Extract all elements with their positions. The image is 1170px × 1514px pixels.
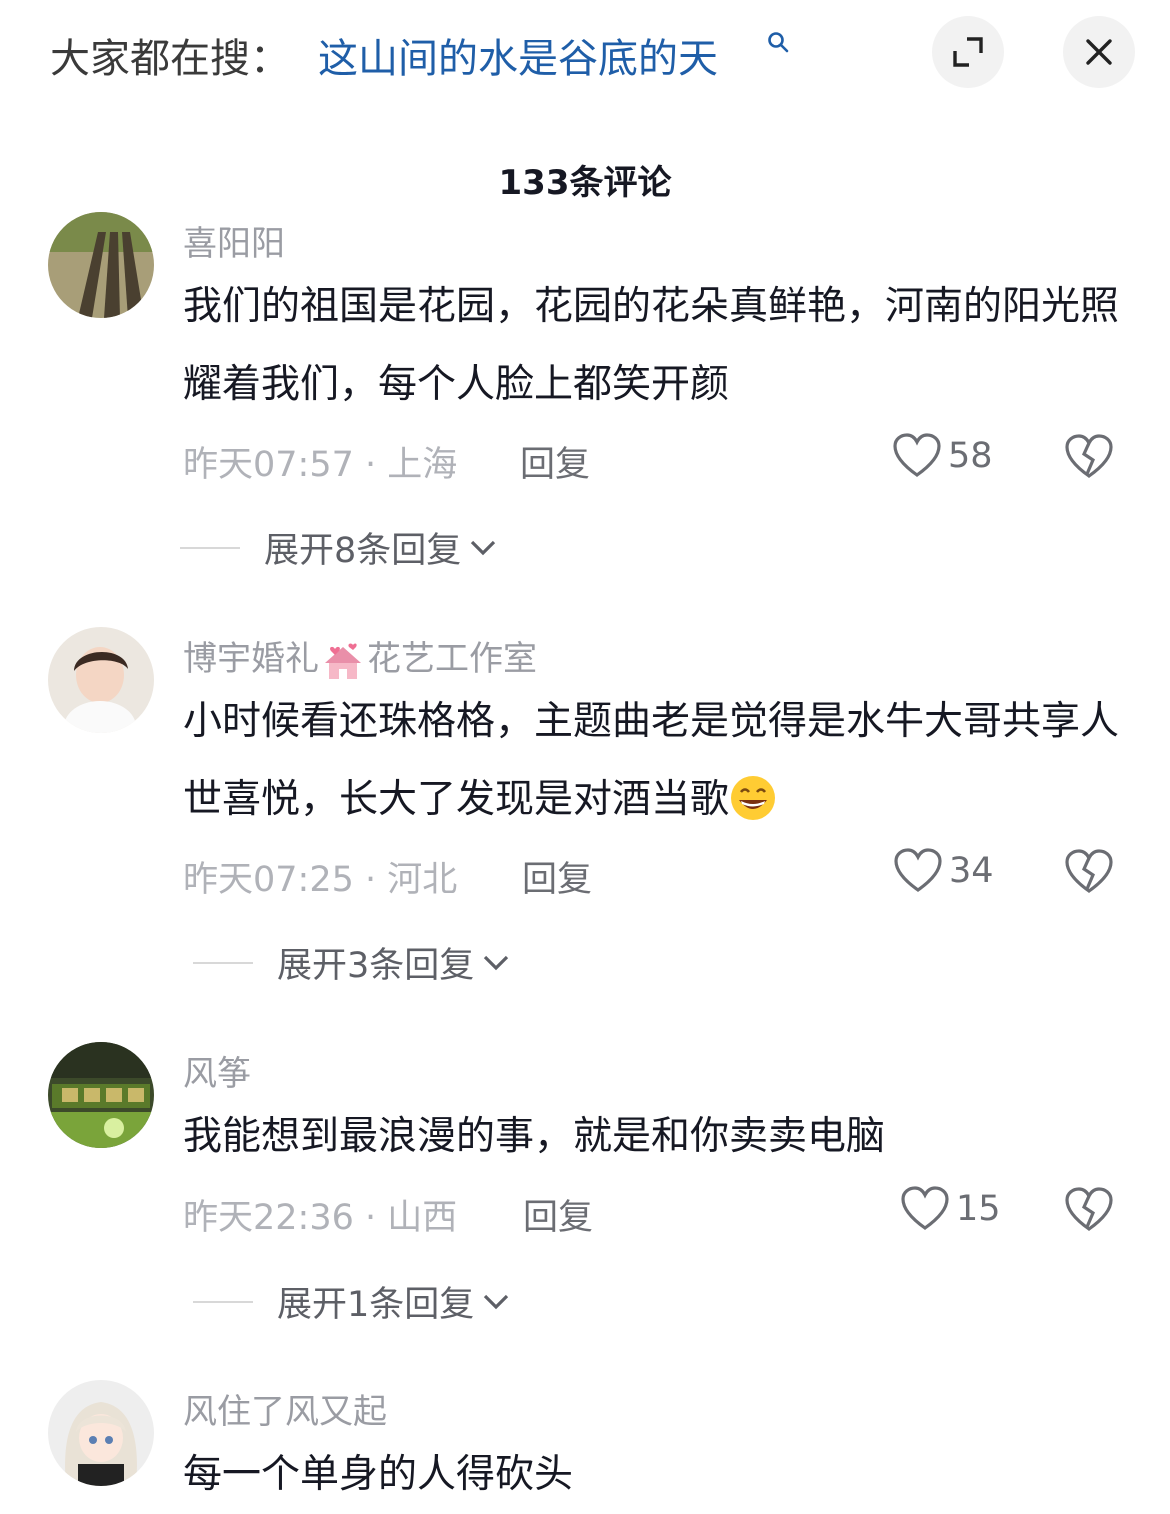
broken-heart-icon[interactable]	[1064, 434, 1114, 480]
expand-replies-label: 展开8条回复	[264, 531, 462, 571]
like-count: 34	[949, 851, 994, 891]
expand-replies-label: 展开3条回复	[277, 946, 475, 986]
comments-count-title: 133条评论	[498, 163, 672, 203]
close-icon	[1086, 39, 1112, 65]
expand-replies-label: 展开1条回复	[277, 1285, 475, 1325]
comment-text: 我能想到最浪漫的事，就是和你卖卖电脑	[183, 1114, 886, 1159]
expand-replies-button[interactable]: 展开8条回复	[180, 522, 497, 573]
search-icon	[768, 32, 789, 53]
expand-button[interactable]	[932, 16, 1004, 88]
avatar[interactable]	[48, 627, 154, 733]
close-button[interactable]	[1063, 16, 1135, 88]
divider-line	[180, 546, 240, 549]
comment-text: 我们的祖国是花园，花园的花朵真鲜艳，河南的阳光照耀着我们，每个人脸上都笑开颜	[183, 284, 1120, 407]
like-button[interactable]: 34	[893, 848, 994, 894]
like-button[interactable]: 58	[892, 433, 993, 479]
expand-replies-button[interactable]: 展开1条回复	[193, 1276, 510, 1327]
username-part: 博宇婚礼	[183, 639, 319, 679]
expand-replies-button[interactable]: 展开3条回复	[193, 937, 510, 988]
comment-time-location: 昨天07:25 · 河北	[183, 860, 458, 900]
like-count: 58	[948, 436, 993, 476]
chevron-down-icon	[484, 1294, 509, 1309]
reply-button[interactable]: 回复	[522, 851, 592, 902]
comment-username[interactable]: 风住了风又起	[183, 1384, 387, 1433]
comment-time-location: 昨天22:36 · 山西	[183, 1198, 458, 1238]
avatar[interactable]	[48, 1042, 154, 1148]
heart-icon	[901, 1186, 949, 1230]
divider-line	[193, 961, 253, 964]
heart-icon	[894, 848, 942, 892]
broken-heart-icon[interactable]	[1064, 849, 1114, 895]
comment-time-location: 昨天07:57 · 上海	[183, 445, 458, 485]
house-hearts-icon	[325, 643, 361, 679]
comment-username[interactable]: 喜阳阳	[183, 216, 285, 265]
username-part: 花艺工作室	[367, 639, 537, 679]
like-button[interactable]: 15	[900, 1186, 1001, 1232]
comment-text: 每一个单身的人得砍头	[183, 1452, 574, 1497]
search-prefix: 大家都在搜：	[50, 36, 290, 82]
reply-button[interactable]: 回复	[523, 1189, 593, 1240]
like-count: 15	[956, 1189, 1001, 1229]
chevron-down-icon	[484, 955, 509, 970]
comment-text-body: 小时候看还珠格格，主题曲老是觉得是水牛大哥共享人世喜悦，长大了发现是对酒当歌	[183, 699, 1120, 822]
top-search-bar: 大家都在搜： 这山间的水是谷底的天	[0, 0, 1170, 100]
expand-icon	[953, 37, 983, 67]
heart-icon	[893, 433, 941, 477]
avatar[interactable]	[48, 212, 154, 318]
broken-heart-icon[interactable]	[1064, 1187, 1114, 1233]
chevron-down-icon	[471, 540, 496, 555]
comment-text: 小时候看还珠格格，主题曲老是觉得是水牛大哥共享人世喜悦，长大了发现是对酒当歌	[183, 683, 1133, 839]
reply-button[interactable]: 回复	[520, 436, 590, 487]
comment-username[interactable]: 博宇婚礼 花艺工作室	[183, 631, 537, 681]
search-suggestion-link[interactable]: 这山间的水是谷底的天	[318, 26, 718, 84]
divider-line	[193, 1300, 253, 1303]
avatar[interactable]	[48, 1380, 154, 1486]
comment-username[interactable]: 风筝	[183, 1046, 251, 1095]
grin-emoji-icon	[731, 775, 776, 820]
